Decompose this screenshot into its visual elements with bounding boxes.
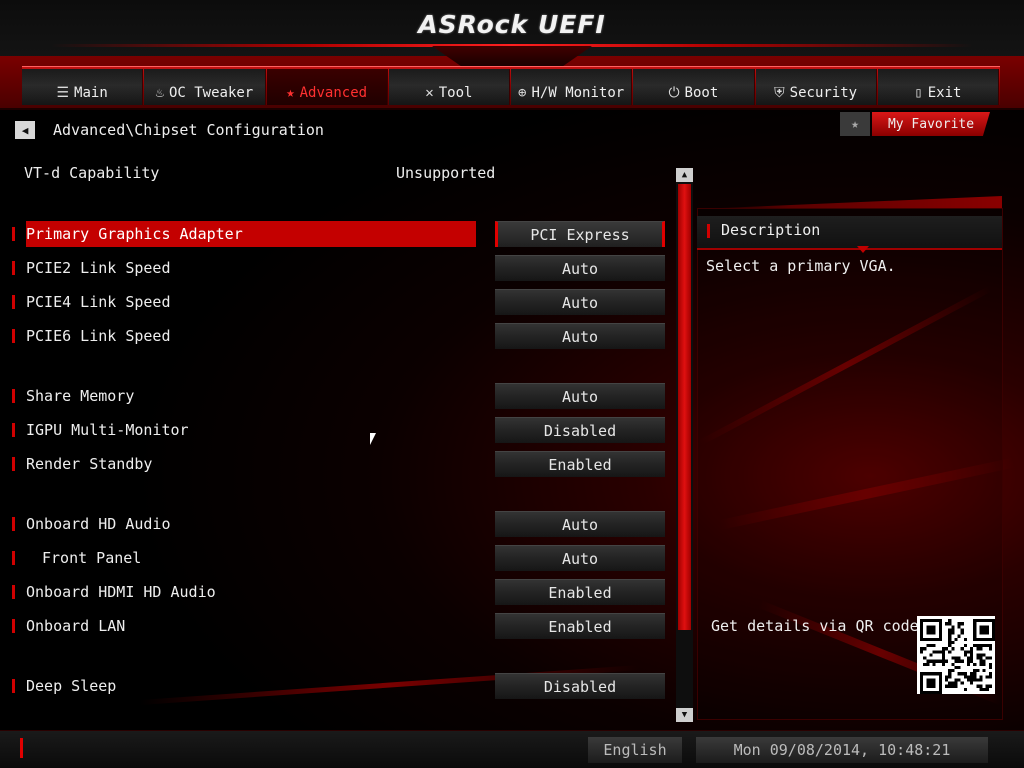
- globe-icon: ⊕: [518, 85, 527, 101]
- setting-label-render-standby[interactable]: Render Standby: [26, 451, 476, 477]
- star-icon: ★: [851, 116, 859, 132]
- qr-code-image: [917, 616, 995, 694]
- setting-value-deep-sleep[interactable]: Disabled: [495, 673, 665, 699]
- my-favorite-button[interactable]: My Favorite: [872, 112, 990, 136]
- setting-value-igpu-multi-monitor[interactable]: Disabled: [495, 417, 665, 443]
- setting-value-share-memory[interactable]: Auto: [495, 383, 665, 409]
- main-nav: ☰ Main ♨ OC Tweaker ★ Advanced ✕ Tool ⊕ H/W Monit…: [22, 66, 1000, 105]
- setting-row-pcie2-link-speed[interactable]: PCIE2 Link Speed Auto: [12, 255, 666, 281]
- tab-label: Exit: [927, 85, 962, 101]
- setting-label-share-memory[interactable]: Share Memory: [26, 383, 476, 409]
- row-marker: [12, 457, 15, 471]
- tab-label: Boot: [684, 85, 719, 101]
- setting-label-igpu-multi-monitor[interactable]: IGPU Multi-Monitor: [26, 417, 476, 443]
- settings-scrollbar[interactable]: ▲ ▼: [676, 168, 693, 722]
- setting-row-onboard-hd-audio[interactable]: Onboard HD Audio Auto: [12, 511, 666, 537]
- mouse-cursor-icon: [370, 433, 382, 445]
- setting-label-pcie2-link-speed[interactable]: PCIE2 Link Speed: [26, 255, 476, 281]
- tab-label: Security: [789, 85, 858, 101]
- setting-value-onboard-hdmi-hd-audio[interactable]: Enabled: [495, 579, 665, 605]
- setting-value-render-standby[interactable]: Enabled: [495, 451, 665, 477]
- tab-label: Advanced: [299, 85, 368, 101]
- setting-row-render-standby[interactable]: Render Standby Enabled: [12, 451, 666, 477]
- bios-screen: ASRock UEFI ☰ Main ♨ OC Tweaker ★ Advanced ✕ To…: [0, 0, 1024, 768]
- tab-oc-tweaker[interactable]: ♨ OC Tweaker: [144, 69, 266, 105]
- setting-label-onboard-hdmi-hd-audio[interactable]: Onboard HDMI HD Audio: [26, 579, 476, 605]
- description-accent-bar: [721, 196, 1002, 208]
- description-title: Description: [721, 221, 821, 239]
- tab-tool[interactable]: ✕ Tool: [388, 69, 510, 105]
- tab-label: Tool: [438, 85, 473, 101]
- description-text: Select a primary VGA.: [706, 257, 896, 275]
- row-marker: [12, 585, 15, 599]
- setting-row-pcie6-link-speed[interactable]: PCIE6 Link Speed Auto: [12, 323, 666, 349]
- list-icon: ☰: [56, 85, 70, 101]
- setting-label-onboard-lan[interactable]: Onboard LAN: [26, 613, 476, 639]
- description-marker: [707, 224, 710, 238]
- row-marker: [12, 679, 15, 693]
- scroll-thumb[interactable]: [678, 184, 691, 630]
- qr-caption: Get details via QR code: [711, 617, 919, 635]
- language-button[interactable]: English: [588, 737, 682, 763]
- tab-label: H/W Monitor: [531, 85, 625, 101]
- row-marker: [12, 261, 15, 275]
- back-button[interactable]: ◀: [15, 121, 35, 139]
- description-notch: [857, 246, 869, 253]
- datetime-display: Mon 09/08/2014, 10:48:21: [696, 737, 988, 763]
- setting-row-primary-graphics-adapter[interactable]: Primary Graphics Adapter PCI Express: [12, 221, 666, 247]
- back-arrow-icon: ◀: [21, 123, 29, 137]
- tab-main[interactable]: ☰ Main: [22, 69, 144, 105]
- setting-value-primary-graphics-adapter[interactable]: PCI Express: [495, 221, 665, 247]
- tab-label: OC Tweaker: [168, 85, 254, 101]
- row-marker: [12, 551, 15, 565]
- favorite-star-button[interactable]: ★: [840, 112, 870, 136]
- description-header: Description: [697, 216, 1002, 250]
- row-marker: [12, 423, 15, 437]
- footer-marker: [20, 738, 23, 758]
- setting-value-onboard-hd-audio[interactable]: Auto: [495, 511, 665, 537]
- vt-d-capability-label: VT-d Capability: [24, 164, 160, 182]
- setting-row-onboard-hdmi-hd-audio[interactable]: Onboard HDMI HD Audio Enabled: [12, 579, 666, 605]
- shield-icon: ⛨: [774, 85, 785, 101]
- flame-icon: ♨: [155, 85, 164, 101]
- setting-value-pcie4-link-speed[interactable]: Auto: [495, 289, 665, 315]
- setting-label-pcie6-link-speed[interactable]: PCIE6 Link Speed: [26, 323, 476, 349]
- setting-label-front-panel[interactable]: Front Panel: [26, 545, 492, 571]
- row-marker: [12, 295, 15, 309]
- setting-label-deep-sleep[interactable]: Deep Sleep: [26, 673, 476, 699]
- setting-row-share-memory[interactable]: Share Memory Auto: [12, 383, 666, 409]
- tab-advanced[interactable]: ★ Advanced: [266, 69, 388, 105]
- setting-row-deep-sleep[interactable]: Deep Sleep Disabled: [12, 673, 666, 699]
- scroll-up-button[interactable]: ▲: [676, 168, 693, 182]
- setting-label-onboard-hd-audio[interactable]: Onboard HD Audio: [26, 511, 476, 537]
- setting-label-primary-graphics-adapter[interactable]: Primary Graphics Adapter: [26, 221, 476, 247]
- setting-label-pcie4-link-speed[interactable]: PCIE4 Link Speed: [26, 289, 476, 315]
- power-icon: ⏻: [668, 85, 680, 101]
- row-marker: [12, 227, 15, 241]
- breadcrumb: Advanced\Chipset Configuration: [53, 121, 324, 139]
- star-icon: ★: [286, 85, 295, 101]
- setting-row-front-panel[interactable]: Front Panel Auto: [12, 545, 666, 571]
- scroll-down-button[interactable]: ▼: [676, 708, 693, 722]
- wrench-icon: ✕: [425, 85, 434, 101]
- vt-d-capability-value: Unsupported: [396, 164, 496, 182]
- tab-boot[interactable]: ⏻ Boot: [633, 69, 755, 105]
- tab-h-w-monitor[interactable]: ⊕ H/W Monitor: [511, 69, 633, 105]
- tab-label: Main: [74, 85, 108, 101]
- tab-exit[interactable]: ▯ Exit: [877, 69, 999, 105]
- row-marker: [12, 329, 15, 343]
- setting-row-onboard-lan[interactable]: Onboard LAN Enabled: [12, 613, 666, 639]
- setting-value-pcie2-link-speed[interactable]: Auto: [495, 255, 665, 281]
- tab-security[interactable]: ⛨ Security: [755, 69, 877, 105]
- setting-row-igpu-multi-monitor[interactable]: IGPU Multi-Monitor Disabled: [12, 417, 666, 443]
- setting-value-pcie6-link-speed[interactable]: Auto: [495, 323, 665, 349]
- door-icon: ▯: [914, 85, 923, 101]
- row-marker: [12, 389, 15, 403]
- asrock-uefi-logo: ASRock UEFI: [418, 10, 606, 39]
- setting-row-pcie4-link-speed[interactable]: PCIE4 Link Speed Auto: [12, 289, 666, 315]
- row-marker: [12, 619, 15, 633]
- setting-value-onboard-lan[interactable]: Enabled: [495, 613, 665, 639]
- setting-value-front-panel[interactable]: Auto: [495, 545, 665, 571]
- row-marker: [12, 517, 15, 531]
